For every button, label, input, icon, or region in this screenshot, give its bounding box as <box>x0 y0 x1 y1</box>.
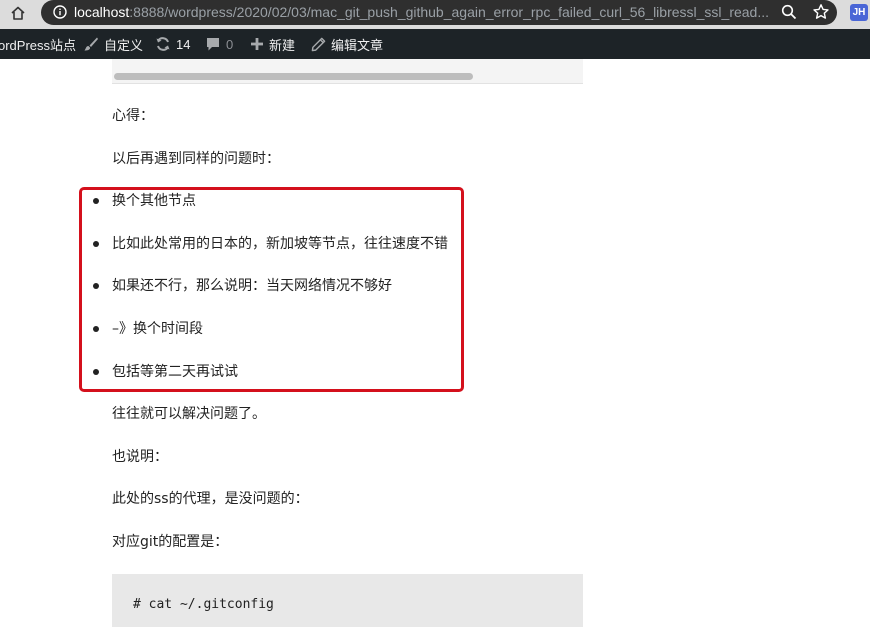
site-name-link[interactable]: ordPress站点 <box>0 29 76 59</box>
comments-count: 0 <box>226 36 234 52</box>
customize-label: 自定义 <box>104 37 144 53</box>
profile-avatar[interactable]: JH <box>850 4 868 21</box>
paragraph-git-config: 对应git的配置是： <box>112 534 229 550</box>
browser-toolbar: localhost:8888/wordpress/2020/02/03/mac_… <box>0 0 870 29</box>
edit-post-link[interactable]: 编辑文章 <box>311 29 383 59</box>
address-bar[interactable]: localhost:8888/wordpress/2020/02/03/mac_… <box>41 0 837 25</box>
updates-icon <box>156 37 170 51</box>
paragraph-next-time: 以后再遇到同样的问题时： <box>112 151 280 167</box>
zoom-icon[interactable] <box>781 4 797 20</box>
comments-link[interactable]: 0 <box>205 29 233 59</box>
new-label: 新建 <box>269 37 296 53</box>
updates-count: 14 <box>176 36 191 52</box>
site-name-label: ordPress站点 <box>0 37 77 53</box>
comment-icon <box>207 38 219 51</box>
code-block-top <box>112 59 583 84</box>
wp-admin-bar: ordPress站点 自定义 14 0 新建 编辑文章 <box>0 29 870 59</box>
code-line: # cat ~/.gitconfig <box>133 597 274 612</box>
info-icon[interactable] <box>53 5 67 19</box>
paragraph-solved: 往往就可以解决问题了。 <box>112 406 266 422</box>
new-content-link[interactable]: 新建 <box>250 29 295 59</box>
edit-post-label: 编辑文章 <box>331 37 384 53</box>
paragraph-proxy-ok: 此处的ss的代理，是没问题的： <box>112 491 309 507</box>
updates-link[interactable]: 14 <box>155 29 190 59</box>
red-highlight-box <box>79 187 464 392</box>
url-text[interactable]: localhost:8888/wordpress/2020/02/03/mac_… <box>74 4 774 20</box>
bookmark-star-icon[interactable] <box>812 3 830 21</box>
paragraph-experience: 心得： <box>112 108 154 124</box>
home-icon[interactable] <box>8 3 28 23</box>
plus-icon <box>251 38 263 50</box>
code-scrollbar[interactable] <box>114 73 473 80</box>
customize-link[interactable]: 自定义 <box>83 29 143 59</box>
url-host: localhost <box>74 4 130 20</box>
paragraph-also-shows: 也说明： <box>112 449 168 465</box>
brush-icon <box>84 37 98 51</box>
pencil-icon <box>311 37 326 51</box>
url-path: :8888/wordpress/2020/02/03/mac_git_push_… <box>129 4 770 20</box>
